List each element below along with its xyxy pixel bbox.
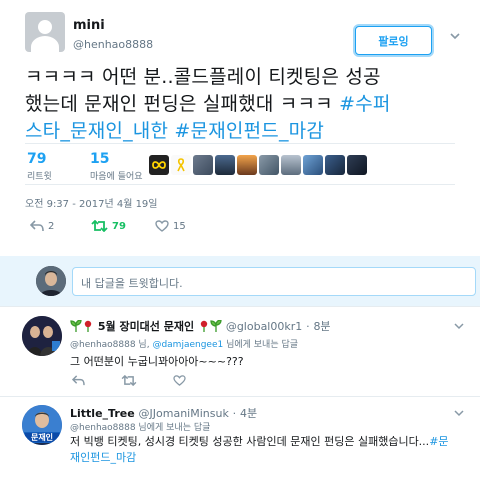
reply-text: 그 어떤분이 누굽니꽈아아아~~~??? xyxy=(70,355,244,368)
liker-avatar[interactable] xyxy=(259,155,279,175)
divider xyxy=(25,143,455,144)
hashtag-link[interactable]: #수퍼 xyxy=(339,93,390,115)
reply-author-name[interactable]: Little_Tree xyxy=(70,407,135,420)
hashtag-link-cont[interactable]: 재인펀드_마감 xyxy=(70,451,136,464)
like-action[interactable]: 15 xyxy=(155,220,186,232)
retweets-count: 79 xyxy=(27,151,47,167)
reply-author-handle[interactable]: @global00kr1 xyxy=(226,320,302,333)
reply-input[interactable]: 내 답글을 트윗합니다. xyxy=(72,267,476,296)
like-count: 15 xyxy=(173,220,186,232)
hashtag-link-cont[interactable]: 스타_문재인_내한 xyxy=(25,120,168,142)
liker-avatar[interactable] xyxy=(347,155,367,175)
replying-to: @henhao8888 님, @damjaengee1 님에게 보내는 답글 xyxy=(70,337,298,350)
reply-compose-area: 내 답글을 트윗합니다. xyxy=(0,256,480,306)
liker-avatar[interactable] xyxy=(237,155,257,175)
seedling-emoji xyxy=(210,319,222,335)
default-avatar[interactable] xyxy=(25,12,65,52)
reply-time[interactable]: 4분 xyxy=(240,407,257,420)
replying-to: @henhao8888 님에게 보내는 답글 xyxy=(70,420,210,433)
reply-text: 저 빅뱅 티켓팅, 성시경 티켓팅 성공한 사람인데 문재인 펀딩은 실패했습니… xyxy=(70,434,475,466)
tweet-text-line2: 했는데 문재인 펀딩은 실패했대 ㅋㅋㅋ xyxy=(25,93,340,115)
replying-to-suffix: 님에게 보내는 답글 xyxy=(223,340,299,350)
reply-author-handle[interactable]: @JJomaniMinsuk xyxy=(139,407,229,420)
reply-author-avatar[interactable] xyxy=(22,316,62,356)
replying-to-prefix: @henhao8888 님, xyxy=(70,340,153,350)
retweet-icon xyxy=(91,220,108,232)
reply-time[interactable]: 8분 xyxy=(313,320,330,333)
liker-avatar[interactable] xyxy=(325,155,345,175)
reply-icon[interactable] xyxy=(72,375,85,386)
rose-emoji xyxy=(82,320,94,335)
tweet-text: ㅋㅋㅋㅋ 어떤 분..콜드플레이 티켓팅은 성공 했는데 문재인 펀딩은 실패했… xyxy=(25,64,475,145)
divider xyxy=(25,184,455,185)
likes-label: 마음에 들어요 xyxy=(90,172,143,182)
following-button[interactable]: 팔로잉 xyxy=(355,26,432,55)
liker-avatar[interactable] xyxy=(215,155,235,175)
reply-count: 2 xyxy=(48,220,55,232)
replying-to-link[interactable]: @damjaengee1 xyxy=(152,340,223,350)
seedling-emoji xyxy=(70,319,82,335)
reply-author-line: Little_Tree @JJomaniMinsuk · 4분 xyxy=(70,407,258,420)
author-name[interactable]: mini xyxy=(73,18,105,33)
chevron-down-icon[interactable] xyxy=(454,409,464,417)
author-handle[interactable]: @henhao8888 xyxy=(73,38,153,51)
tweet-timestamp[interactable]: 오전 9:37 - 2017년 4월 19일 xyxy=(25,195,158,210)
reply-tweet[interactable]: 5월 장미대선 문재인 @global00kr1 · 8분 @henhao888… xyxy=(0,306,480,396)
likes-count: 15 xyxy=(90,151,110,167)
hashtag-link[interactable]: #문 xyxy=(429,435,448,448)
liker-avatars xyxy=(149,155,367,175)
heart-icon[interactable] xyxy=(173,375,186,386)
liker-avatar[interactable] xyxy=(171,155,191,175)
liker-avatar[interactable] xyxy=(149,155,169,175)
rose-emoji xyxy=(198,320,210,335)
liker-avatar[interactable] xyxy=(303,155,323,175)
reply-icon xyxy=(30,220,44,232)
likes-stat[interactable]: 15 마음에 들어요 xyxy=(90,151,143,182)
reply-text-plain: 저 빅뱅 티켓팅, 성시경 티켓팅 성공한 사람인데 문재인 펀딩은 실패했습니… xyxy=(70,435,430,448)
reply-author-name[interactable]: 5월 장미대선 문재인 xyxy=(98,320,194,333)
heart-icon xyxy=(155,220,169,232)
tweet-text-line1: ㅋㅋㅋㅋ 어떤 분..콜드플레이 티켓팅은 성공 xyxy=(25,66,381,88)
reply-action[interactable]: 2 xyxy=(30,220,54,232)
replying-to-prefix: @henhao8888 님에게 보내는 답글 xyxy=(70,423,211,433)
current-user-avatar xyxy=(36,266,66,296)
reply-actions xyxy=(72,375,186,386)
main-tweet: mini @henhao8888 팔로잉 ㅋㅋㅋㅋ 어떤 분..콜드플레이 티켓… xyxy=(0,0,480,256)
retweet-count: 79 xyxy=(112,220,126,232)
retweet-icon[interactable] xyxy=(121,375,137,386)
retweets-stat[interactable]: 79 리트윗 xyxy=(27,151,52,182)
liker-avatar[interactable] xyxy=(281,155,301,175)
hashtag-link-2[interactable]: #문재인펀드_마감 xyxy=(174,120,324,142)
retweet-action[interactable]: 79 xyxy=(91,220,126,232)
chevron-down-icon[interactable] xyxy=(454,322,464,330)
badge-label: 문재인 xyxy=(25,433,59,442)
liker-avatar[interactable] xyxy=(193,155,213,175)
reply-tweet[interactable]: 문재인 Little_Tree @JJomaniMinsuk · 4분 @hen… xyxy=(0,396,480,482)
chevron-down-icon[interactable] xyxy=(450,31,460,41)
retweets-label: 리트윗 xyxy=(27,172,52,182)
reply-author-avatar[interactable]: 문재인 xyxy=(22,405,62,445)
reply-author-line: 5월 장미대선 문재인 @global00kr1 · 8분 xyxy=(70,318,331,335)
